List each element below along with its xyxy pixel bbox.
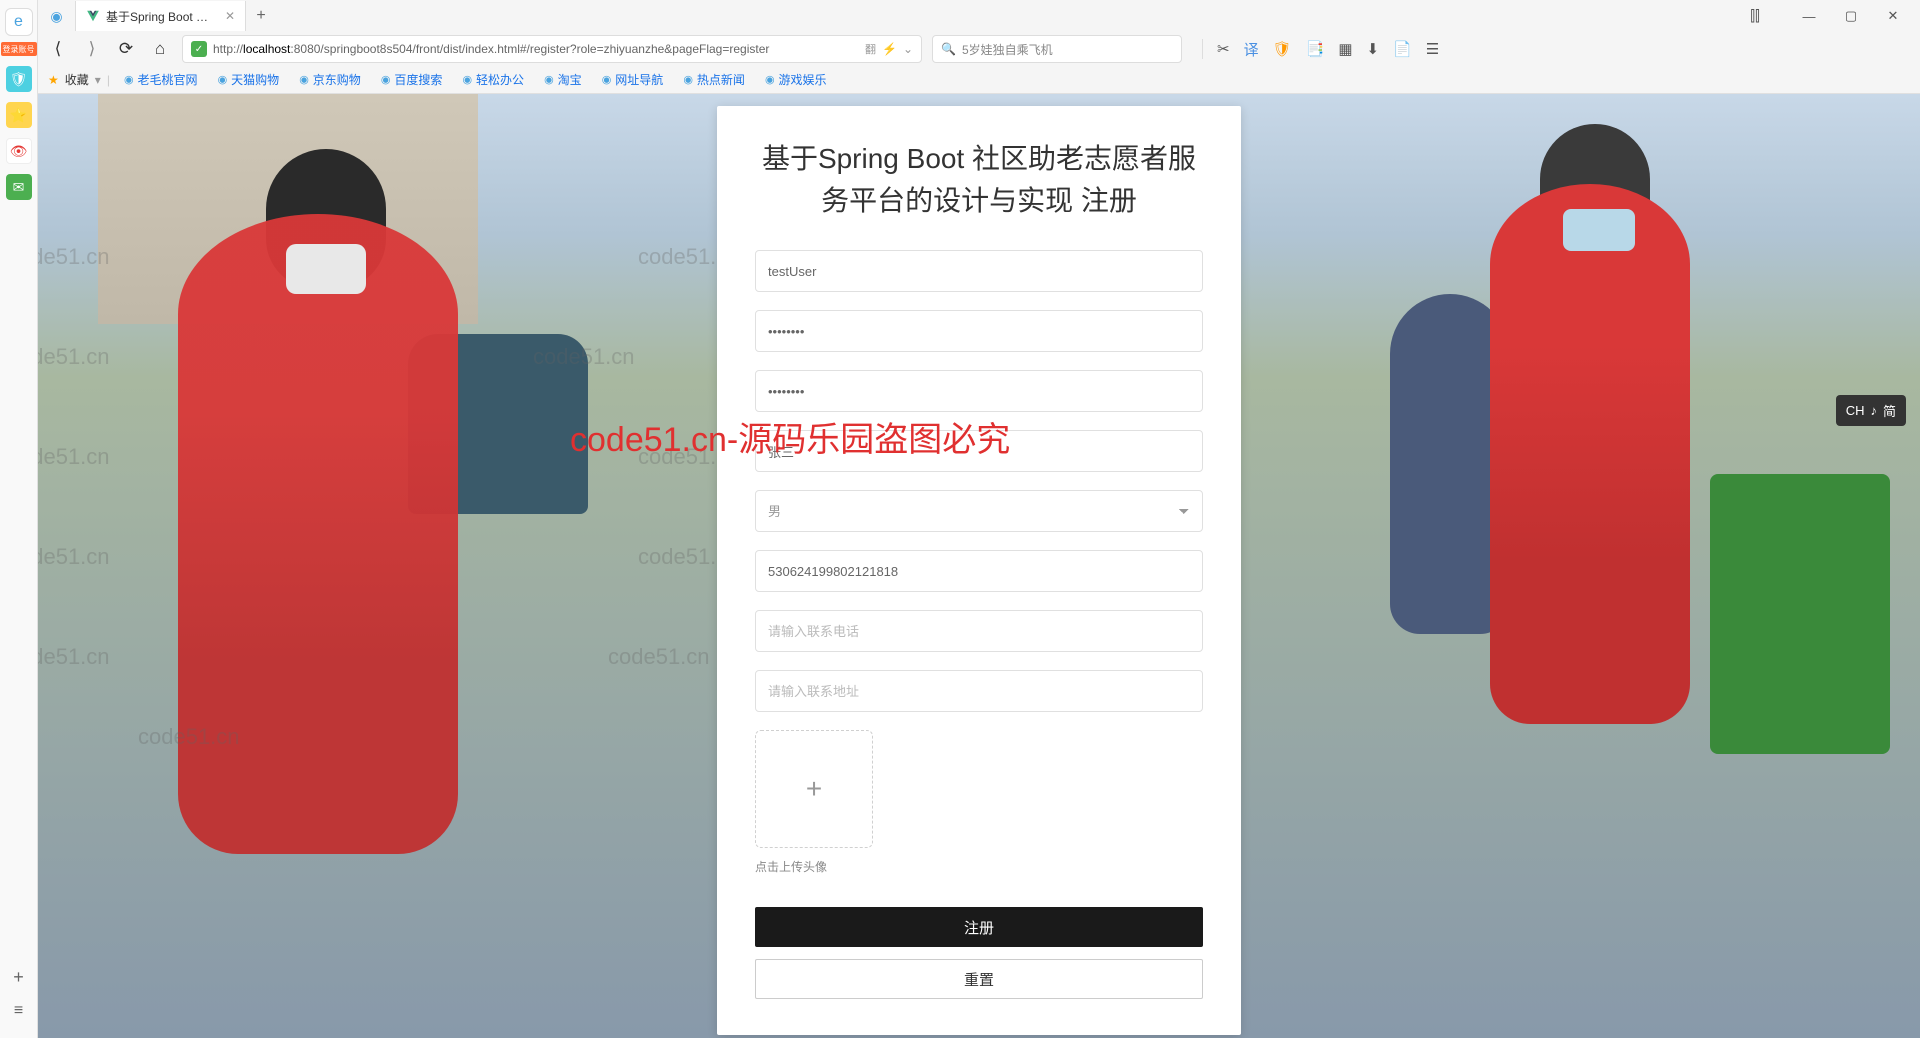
confirm-password-field[interactable] bbox=[755, 370, 1203, 412]
nav-tab-icon[interactable]: ◉ bbox=[38, 1, 76, 31]
register-button[interactable]: 注册 bbox=[755, 907, 1203, 947]
search-placeholder: 5岁娃独自乘飞机 bbox=[962, 41, 1053, 58]
forward-button[interactable]: ⟩ bbox=[80, 39, 104, 59]
new-tab-button[interactable]: + bbox=[246, 7, 276, 25]
sidebar-shield-icon[interactable]: 🛡 bbox=[6, 66, 32, 92]
search-input[interactable]: 🔍 5岁娃独自乘飞机 bbox=[932, 35, 1182, 63]
globe-icon: ◉ bbox=[299, 73, 309, 86]
minimize-button[interactable]: — bbox=[1790, 2, 1828, 30]
favorites-dropdown-icon[interactable]: ▾ bbox=[95, 73, 101, 87]
realname-field[interactable] bbox=[755, 430, 1203, 472]
globe-icon: ◉ bbox=[462, 73, 472, 86]
security-shield-icon: ✓ bbox=[191, 41, 207, 57]
browser-tab[interactable]: 基于Spring Boot 社区助老志愿 ✕ bbox=[76, 1, 246, 31]
bookmark-laomaotao[interactable]: ◉老毛桃官网 bbox=[116, 71, 206, 88]
globe-icon: ◉ bbox=[381, 73, 391, 86]
tab-title: 基于Spring Boot 社区助老志愿 bbox=[106, 8, 219, 25]
ime-moon-icon: ♪ bbox=[1870, 403, 1877, 418]
menu-icon[interactable]: ☰ bbox=[1426, 40, 1439, 58]
browser-title-bar: ◉ 基于Spring Boot 社区助老志愿 ✕ + ⫿⫿ — ▢ ✕ bbox=[38, 0, 1920, 32]
separator: | bbox=[105, 73, 112, 87]
phone-field[interactable] bbox=[755, 610, 1203, 652]
username-field[interactable] bbox=[755, 250, 1203, 292]
search-icon: 🔍 bbox=[941, 42, 956, 56]
bg-person-left-mask bbox=[286, 244, 366, 294]
translate-tool-icon[interactable]: 译 bbox=[1244, 39, 1259, 60]
bookmarks-bar: ★ 收藏 ▾ | ◉老毛桃官网 ◉天猫购物 ◉京东购物 ◉百度搜索 ◉轻松办公 … bbox=[38, 66, 1920, 94]
url-input[interactable]: ✓ http://localhost:8080/springboot8s504/… bbox=[182, 35, 922, 63]
sidebar-mail-icon[interactable]: ✉ bbox=[6, 174, 32, 200]
bolt-icon[interactable]: ⚡ bbox=[882, 42, 897, 56]
reload-button[interactable]: ⟳ bbox=[114, 39, 138, 59]
tab-group: ◉ 基于Spring Boot 社区助老志愿 ✕ + bbox=[38, 0, 276, 32]
avatar-upload-box[interactable]: + bbox=[755, 730, 873, 848]
tab-close-icon[interactable]: ✕ bbox=[225, 9, 235, 23]
bg-person-right bbox=[1490, 184, 1690, 724]
bg-person-left bbox=[178, 214, 458, 854]
globe-icon: ◉ bbox=[602, 73, 612, 86]
translate-icon[interactable]: 翻 bbox=[865, 41, 876, 57]
bg-trash-bin bbox=[1710, 474, 1890, 754]
login-account-button[interactable]: 登录账号 bbox=[1, 42, 37, 56]
bookmark-nav[interactable]: ◉网址导航 bbox=[594, 71, 672, 88]
bg-person-right-mask bbox=[1563, 209, 1635, 251]
sidebar-weibo-icon[interactable]: 👁 bbox=[6, 138, 32, 164]
sidebar-add-icon[interactable]: + bbox=[13, 967, 24, 988]
ime-indicator[interactable]: CH ♪ 简 bbox=[1836, 395, 1906, 426]
ime-mode: 简 bbox=[1883, 401, 1896, 420]
bookmark-jd[interactable]: ◉京东购物 bbox=[291, 71, 369, 88]
globe-icon: ◉ bbox=[218, 73, 228, 86]
bookmark-tmall[interactable]: ◉天猫购物 bbox=[210, 71, 288, 88]
address-field[interactable] bbox=[755, 670, 1203, 712]
idcard-field[interactable] bbox=[755, 550, 1203, 592]
toolbar-icons: ✂ 译 🛡 📑 ▦ ⬇ 📄 ☰ bbox=[1202, 39, 1439, 60]
globe-icon: ◉ bbox=[765, 73, 775, 86]
plus-icon: + bbox=[806, 773, 822, 805]
vue-icon bbox=[86, 9, 100, 23]
form-title: 基于Spring Boot 社区助老志愿者服务平台的设计与实现 注册 bbox=[755, 138, 1203, 222]
bookmark-games[interactable]: ◉游戏娱乐 bbox=[757, 71, 835, 88]
register-form-card: 基于Spring Boot 社区助老志愿者服务平台的设计与实现 注册 男 + 点… bbox=[717, 106, 1241, 1035]
bookmark-baidu[interactable]: ◉百度搜索 bbox=[373, 71, 451, 88]
sidebar-menu-icon[interactable]: ≡ bbox=[14, 1002, 23, 1020]
globe-icon: ◉ bbox=[544, 73, 554, 86]
globe-icon: ◉ bbox=[683, 73, 693, 86]
back-button[interactable]: ⟨ bbox=[46, 39, 70, 59]
sidebar-favorites-icon[interactable]: ⭐ bbox=[6, 102, 32, 128]
favorites-label[interactable]: 收藏 bbox=[65, 71, 89, 88]
url-text: http://localhost:8080/springboot8s504/fr… bbox=[213, 42, 859, 56]
gender-select[interactable]: 男 bbox=[755, 490, 1203, 532]
bookmark-taobao[interactable]: ◉淘宝 bbox=[536, 71, 590, 88]
favorites-star-icon[interactable]: ★ bbox=[48, 73, 59, 87]
upload-hint: 点击上传头像 bbox=[755, 858, 1203, 875]
close-window-button[interactable]: ✕ bbox=[1874, 2, 1912, 30]
reader-mode-icon[interactable]: ⫿⫿ bbox=[1736, 2, 1774, 30]
browser-logo[interactable]: e bbox=[5, 8, 33, 36]
page-content: code51.cn code51.cn code51.cn code51.cn … bbox=[38, 94, 1920, 1038]
globe-icon: ◉ bbox=[124, 73, 134, 86]
browser-left-sidebar: e 登录账号 🛡 ⭐ 👁 ✉ + ≡ bbox=[0, 0, 38, 1038]
window-controls: ⫿⫿ — ▢ ✕ bbox=[1736, 2, 1920, 30]
screenshot-icon[interactable]: ✂ bbox=[1217, 40, 1230, 58]
download-icon[interactable]: ⬇ bbox=[1367, 40, 1380, 58]
security-icon[interactable]: 🛡 bbox=[1273, 40, 1292, 58]
separator bbox=[1202, 39, 1203, 59]
grid-icon[interactable]: ▦ bbox=[1338, 40, 1352, 58]
maximize-button[interactable]: ▢ bbox=[1832, 2, 1870, 30]
url-dropdown-icon[interactable]: ⌄ bbox=[903, 42, 913, 56]
bookmark-news[interactable]: ◉热点新闻 bbox=[675, 71, 753, 88]
home-button[interactable]: ⌂ bbox=[148, 39, 172, 59]
address-bar: ⟨ ⟩ ⟳ ⌂ ✓ http://localhost:8080/springbo… bbox=[38, 32, 1920, 66]
ime-lang: CH bbox=[1846, 403, 1865, 418]
reset-button[interactable]: 重置 bbox=[755, 959, 1203, 999]
bookmark-office[interactable]: ◉轻松办公 bbox=[454, 71, 532, 88]
page-icon[interactable]: 📄 bbox=[1393, 40, 1412, 58]
password-field[interactable] bbox=[755, 310, 1203, 352]
bookmark-icon[interactable]: 📑 bbox=[1306, 40, 1325, 58]
